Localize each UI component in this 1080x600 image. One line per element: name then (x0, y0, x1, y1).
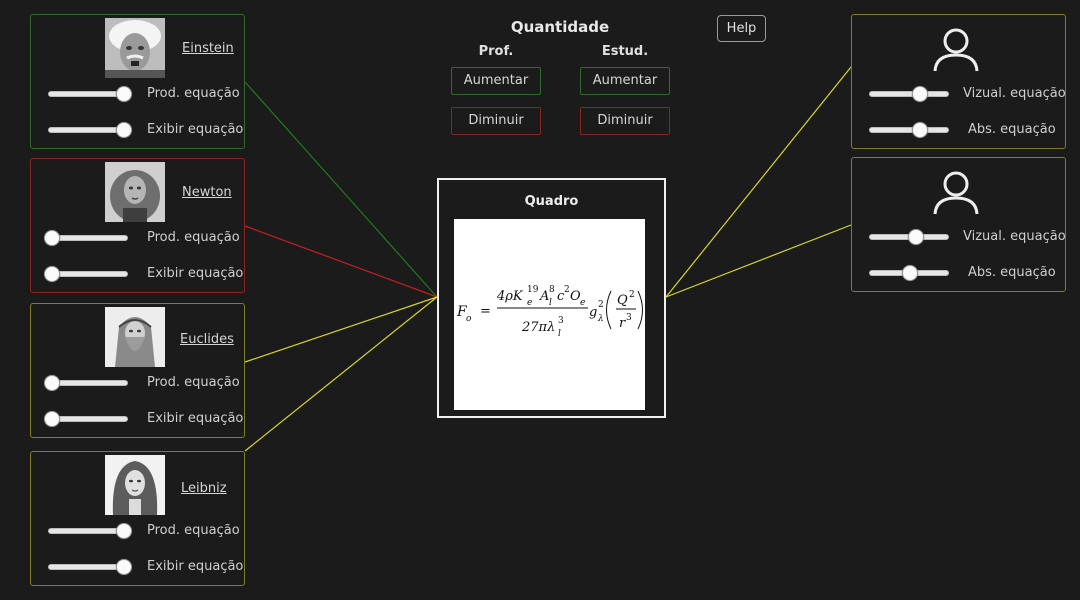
formula-exp-8: 8 (549, 285, 555, 295)
formula-r: r (619, 316, 626, 331)
slider-thumb[interactable] (116, 559, 132, 575)
abs-equation-label: Abs. equação (968, 265, 1056, 280)
equation-board: F o = 4ρK 19 e A 8 l c 2 O e 27πλ 3 l g … (454, 219, 645, 410)
equation-formula: F o = 4ρK 19 e A 8 l c 2 O e 27πλ 3 l g … (456, 285, 643, 339)
portrait-newton (105, 162, 165, 222)
formula-Q: Q (617, 293, 628, 308)
show-equation-label: Exibir equação (147, 559, 244, 574)
professor-card-euclides: Euclides Prod. equação Exibir equação (30, 303, 245, 438)
slider-thumb[interactable] (116, 122, 132, 138)
prod-equation-label: Prod. equação (147, 375, 240, 390)
student-increase-button[interactable]: Aumentar (580, 67, 670, 95)
view-equation-slider[interactable] (869, 229, 949, 245)
formula-denominator: 27πλ (521, 320, 555, 335)
view-equation-label: Vizual. equação (963, 229, 1066, 244)
board-title: Quadro (524, 194, 579, 209)
slider-track (869, 127, 949, 133)
link-einstein (244, 81, 438, 298)
prod-equation-label: Prod. equação (147, 230, 240, 245)
professor-name-link[interactable]: Euclides (180, 332, 234, 347)
student-column-label: Estud. (601, 44, 649, 59)
formula-lhs-sub: o (466, 314, 472, 324)
slider-track (48, 416, 128, 422)
link-student-2 (665, 224, 852, 298)
formula-sub-l2: l (558, 329, 561, 339)
show-equation-slider[interactable] (48, 122, 132, 138)
slider-thumb[interactable] (908, 229, 925, 245)
slider-track (869, 91, 949, 97)
slider-thumb[interactable] (44, 411, 60, 427)
show-equation-label: Exibir equação (147, 122, 244, 137)
show-equation-label: Exibir equação (147, 411, 244, 426)
portrait-einstein (105, 18, 165, 78)
student-card-1: Vizual. equação Abs. equação (851, 14, 1066, 149)
formula-numerator: 4ρK (496, 289, 524, 304)
formula-sub-lambda: λ (597, 314, 604, 324)
link-euclides (244, 296, 438, 363)
slider-track (48, 271, 128, 277)
formula-A: A (539, 289, 549, 304)
prod-equation-label: Prod. equação (147, 523, 240, 538)
formula-exp-2b: 2 (598, 300, 604, 310)
user-icon (933, 171, 979, 215)
show-equation-slider[interactable] (44, 411, 128, 427)
formula-exp-2: 2 (564, 285, 570, 295)
view-equation-label: Vizual. equação (963, 86, 1066, 101)
formula-exp-19: 19 (527, 285, 539, 295)
prof-decrease-button[interactable]: Diminuir (451, 107, 541, 135)
prod-equation-slider[interactable] (48, 86, 132, 102)
link-leibniz (244, 296, 438, 452)
slider-track (48, 380, 128, 386)
slider-thumb[interactable] (911, 122, 928, 138)
slider-thumb[interactable] (116, 523, 132, 539)
prof-column-label: Prof. (478, 44, 514, 59)
formula-sub-e: e (527, 298, 532, 308)
professor-name-link[interactable]: Newton (182, 185, 232, 200)
slider-thumb[interactable] (902, 265, 919, 281)
show-equation-label: Exibir equação (147, 266, 244, 281)
show-equation-slider[interactable] (44, 266, 128, 282)
quantity-title: Quantidade (510, 18, 610, 36)
formula-paren-left (606, 290, 612, 330)
prod-equation-slider[interactable] (44, 230, 128, 246)
abs-equation-label: Abs. equação (968, 122, 1056, 137)
slider-thumb[interactable] (44, 230, 60, 246)
board-panel: Quadro F o = 4ρK 19 e A 8 l c 2 O e 27πλ… (437, 178, 666, 418)
formula-exp-3: 3 (558, 316, 564, 326)
link-newton (244, 225, 438, 298)
view-equation-slider[interactable] (869, 86, 949, 102)
formula-sub-l: l (549, 298, 552, 308)
professor-card-einstein: Einstein Prod. equação Exibir equação (30, 14, 245, 149)
prod-equation-slider[interactable] (44, 375, 128, 391)
prod-equation-slider[interactable] (48, 523, 132, 539)
formula-equals: = (480, 304, 491, 319)
professor-card-leibniz: Leibniz Prod. equação Exibir equação (30, 451, 245, 586)
abs-equation-slider[interactable] (869, 122, 949, 138)
slider-thumb[interactable] (116, 86, 132, 102)
formula-paren-right (637, 290, 643, 330)
slider-track (48, 235, 128, 241)
abs-equation-slider[interactable] (869, 265, 949, 281)
formula-exp-2c: 2 (629, 290, 635, 300)
help-button[interactable]: Help (717, 15, 766, 42)
link-student-1 (665, 66, 852, 298)
professor-name-link[interactable]: Einstein (182, 41, 234, 56)
slider-thumb[interactable] (44, 375, 60, 391)
formula-sub-e2: e (580, 298, 585, 308)
show-equation-slider[interactable] (48, 559, 132, 575)
portrait-leibniz (105, 455, 165, 515)
prod-equation-label: Prod. equação (147, 86, 240, 101)
portrait-euclides (105, 307, 165, 367)
prof-increase-button[interactable]: Aumentar (451, 67, 541, 95)
slider-thumb[interactable] (911, 86, 928, 102)
slider-thumb[interactable] (44, 266, 60, 282)
professor-card-newton: Newton Prod. equação Exibir equação (30, 158, 245, 293)
user-icon (933, 28, 979, 72)
formula-g: g (589, 305, 597, 320)
student-card-2: Vizual. equação Abs. equação (851, 157, 1066, 292)
student-decrease-button[interactable]: Diminuir (580, 107, 670, 135)
formula-exp-3b: 3 (626, 313, 632, 323)
professor-name-link[interactable]: Leibniz (181, 481, 227, 496)
